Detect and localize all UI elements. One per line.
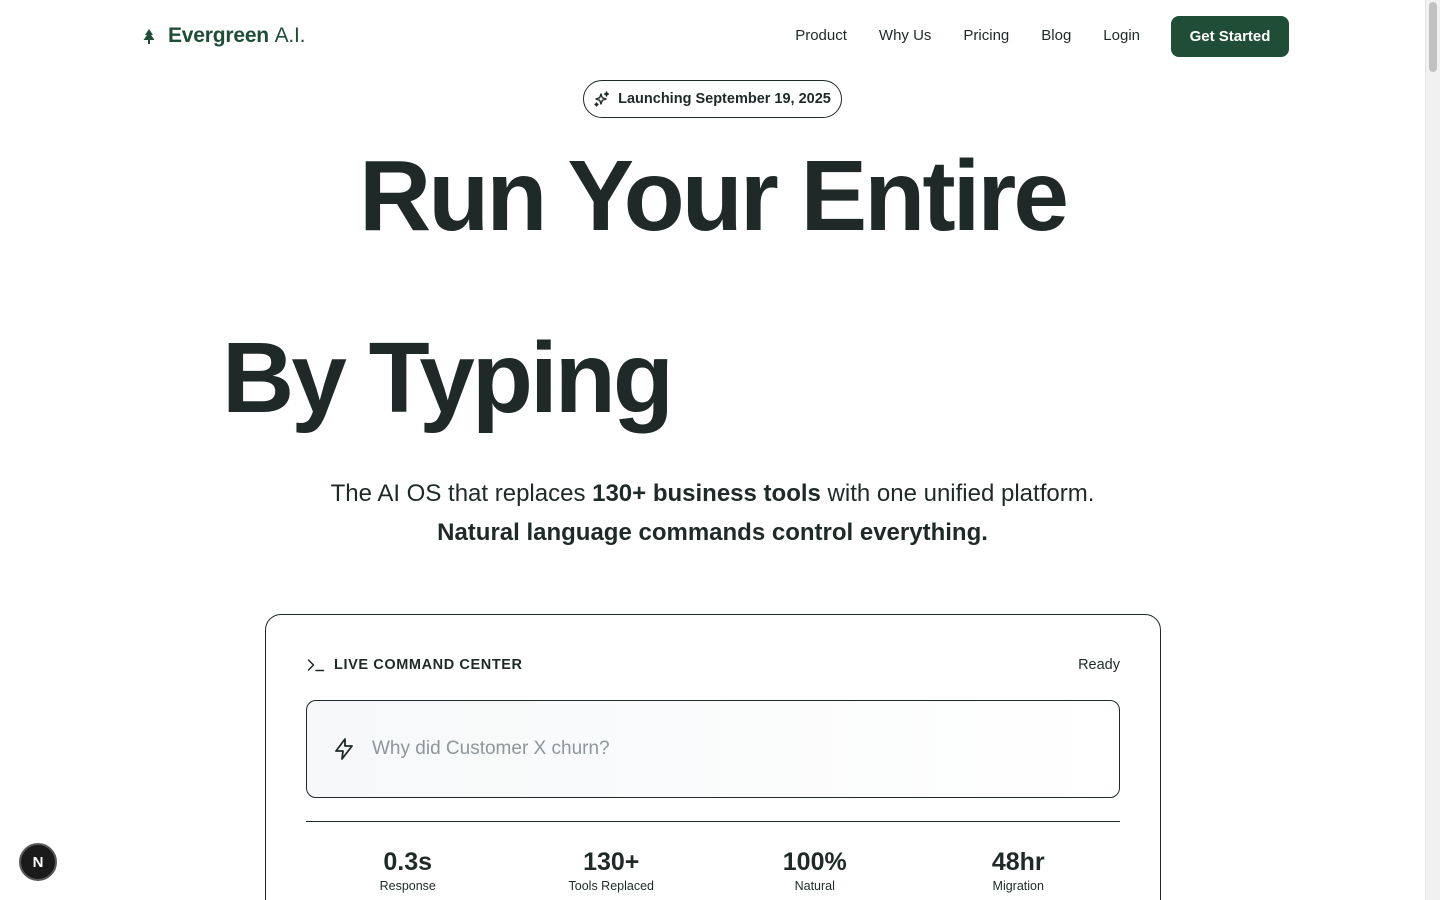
nav-product[interactable]: Product: [795, 27, 847, 44]
landing-page: Evergreen A.I. Product Why Us Pricing Bl…: [0, 0, 1425, 900]
subtitle-bold-line: Natural language commands control everyt…: [437, 519, 988, 546]
stats-row: 0.3s Response 130+ Tools Replaced 100% N…: [306, 847, 1120, 893]
sparkles-icon: [594, 91, 610, 107]
vertical-scrollbar[interactable]: [1425, 0, 1440, 900]
subtitle-text-a: The AI OS that replaces: [330, 480, 593, 507]
nav-links: Product Why Us Pricing Blog Login: [795, 27, 1140, 44]
hero-subtitle: The AI OS that replaces 130+ business to…: [0, 474, 1425, 552]
stat-label: Migration: [992, 879, 1044, 893]
hero-subtitle-line-1: The AI OS that replaces 130+ business to…: [0, 474, 1425, 513]
brand-name: Evergreen A.I.: [168, 24, 305, 48]
stat-response: 0.3s Response: [306, 847, 510, 893]
nav-blog[interactable]: Blog: [1041, 27, 1071, 44]
stat-tools-replaced: 130+ Tools Replaced: [510, 847, 714, 893]
card-divider: [306, 821, 1120, 822]
top-nav: Evergreen A.I. Product Why Us Pricing Bl…: [0, 0, 1425, 74]
subtitle-highlight: 130+ business tools: [592, 480, 821, 507]
launch-badge: Launching September 19, 2025: [583, 80, 842, 118]
stat-value: 100%: [782, 848, 847, 876]
tree-icon: [140, 25, 158, 47]
get-started-button[interactable]: Get Started: [1171, 16, 1289, 57]
stat-value: 130+: [583, 848, 640, 876]
stat-natural: 100% Natural: [713, 847, 917, 893]
nav-why-us[interactable]: Why Us: [879, 27, 932, 44]
command-center-title: LIVE COMMAND CENTER: [334, 657, 523, 673]
hero-subtitle-line-2: Natural language commands control everyt…: [0, 513, 1425, 552]
terminal-icon: [307, 658, 325, 672]
command-center-card: LIVE COMMAND CENTER Ready 0.3s Response …: [265, 614, 1161, 900]
brand-name-suffix: A.I.: [274, 24, 306, 47]
command-status: Ready: [1078, 657, 1120, 673]
brand-name-bold: Evergreen: [168, 24, 269, 47]
subtitle-text-c: with one unified platform.: [820, 480, 1095, 507]
dev-tools-badge[interactable]: N: [19, 843, 57, 881]
stat-label: Natural: [794, 879, 835, 893]
command-center-header: LIVE COMMAND CENTER: [307, 657, 523, 673]
nav-login[interactable]: Login: [1103, 27, 1140, 44]
scrollbar-thumb[interactable]: [1429, 2, 1437, 72]
command-input[interactable]: [372, 738, 1072, 760]
launch-date-label: Launching September 19, 2025: [618, 91, 831, 107]
stat-label: Response: [379, 879, 436, 893]
nav-pricing[interactable]: Pricing: [963, 27, 1009, 44]
hero-headline-line-2: By Typing: [222, 322, 674, 434]
hero-headline-line-1: Run Your Entire: [359, 140, 1069, 252]
stat-value: 48hr: [991, 848, 1045, 876]
bolt-icon: [332, 737, 356, 761]
brand-logo[interactable]: Evergreen A.I.: [140, 24, 305, 48]
stat-value: 0.3s: [383, 848, 433, 876]
stat-label: Tools Replaced: [568, 879, 654, 893]
command-input-box[interactable]: [306, 700, 1120, 798]
stat-migration: 48hr Migration: [917, 847, 1121, 893]
